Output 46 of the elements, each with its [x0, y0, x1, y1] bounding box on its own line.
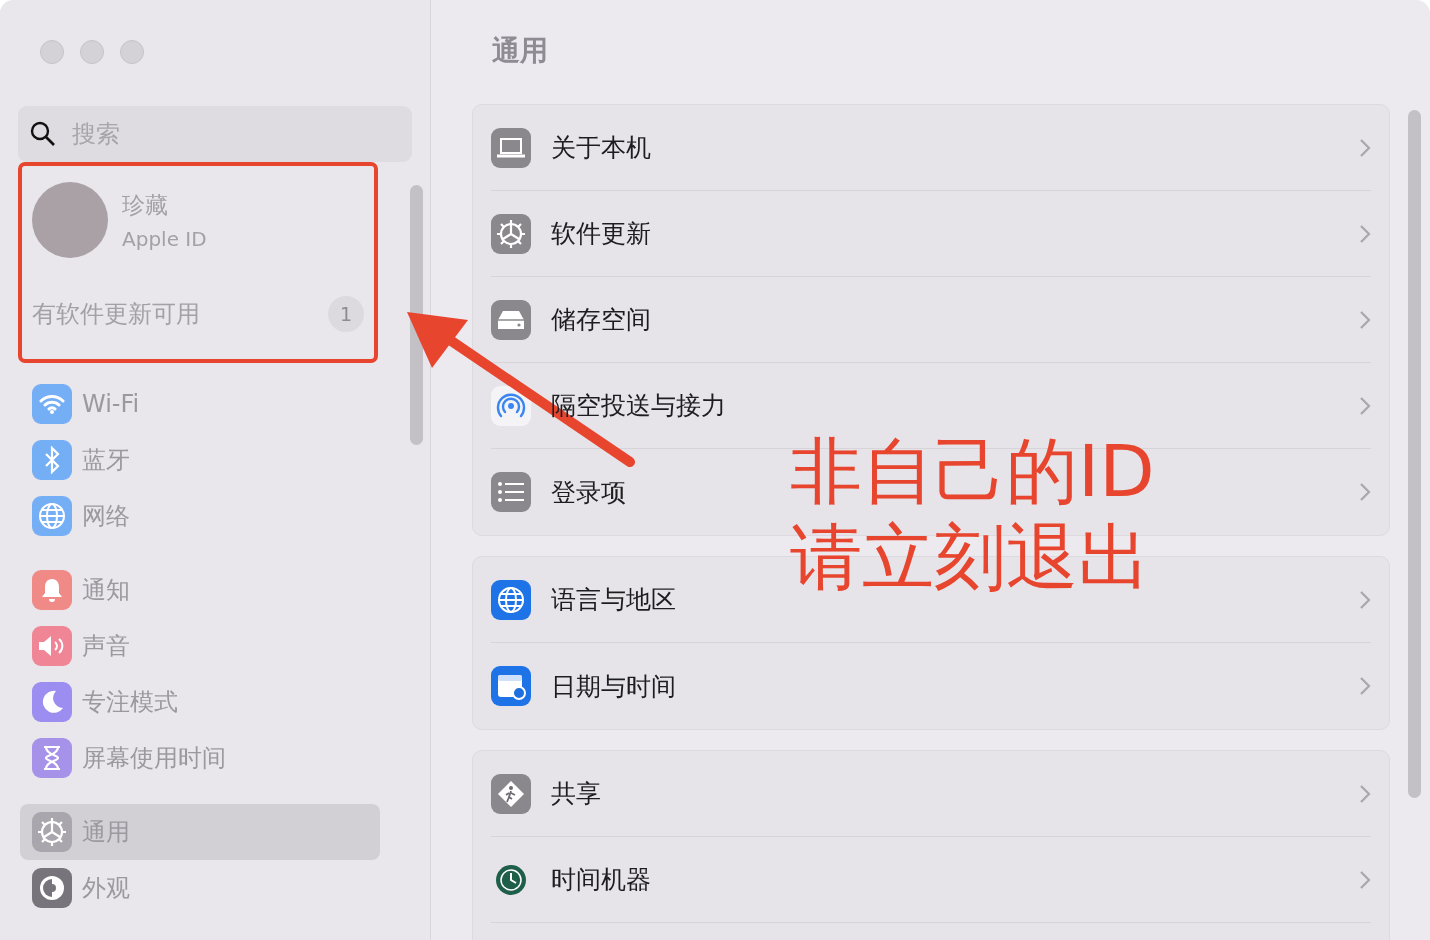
settings-item[interactable]: 关于本机 [551, 131, 651, 164]
account-subtitle: Apple ID [122, 226, 207, 251]
sidebar-item[interactable]: 蓝牙 [20, 432, 380, 488]
globe-icon [491, 579, 531, 620]
chevron-right-icon [1359, 589, 1371, 610]
window-control-button[interactable] [120, 40, 144, 64]
drive-icon [491, 299, 531, 340]
chevron-right-icon [1359, 395, 1371, 416]
settings-item[interactable]: 语言与地区 [551, 583, 676, 616]
settings-item[interactable]: 日期与时间 [551, 669, 676, 703]
chevron-right-icon [1359, 223, 1371, 244]
sidebar-item[interactable]: 网络 [20, 488, 380, 544]
sidebar-item[interactable]: 通知 [20, 562, 380, 618]
window-control-button[interactable] [80, 40, 104, 64]
sidebar-item[interactable]: 声音 [20, 618, 380, 674]
update-notice: 有软件更新可用 [32, 299, 200, 330]
chevron-right-icon [1359, 869, 1371, 890]
sidebar-item[interactable]: 屏幕使用时间 [20, 730, 380, 786]
scrollbar[interactable] [1408, 110, 1421, 798]
chevron-right-icon [1359, 309, 1371, 330]
sidebar-item[interactable]: 专注模式 [20, 674, 380, 730]
settings-item[interactable]: 登录项 [551, 475, 626, 509]
chevron-right-icon [1359, 783, 1371, 804]
account-name: 珍藏 [122, 190, 169, 220]
window-control-button[interactable] [40, 40, 64, 64]
calendar-icon [491, 666, 531, 706]
settings-item[interactable]: 时间机器 [551, 863, 651, 896]
count-badge: 1 [328, 296, 364, 332]
sidebar-item[interactable]: Wi-Fi [20, 376, 380, 432]
chevron-right-icon [1359, 137, 1371, 158]
gear-icon [491, 213, 531, 254]
chevron-right-icon [1359, 676, 1371, 696]
settings-item[interactable]: 共享 [551, 777, 601, 810]
sidebar-item[interactable]: 外观 [20, 860, 380, 916]
settings-item[interactable]: 软件更新 [551, 217, 651, 250]
search-icon [30, 121, 56, 147]
scrollbar[interactable] [410, 185, 423, 445]
sharing-icon [491, 773, 531, 814]
laptop-icon [491, 127, 531, 168]
chevron-right-icon [1359, 482, 1371, 502]
settings-item[interactable]: 储存空间 [551, 303, 651, 336]
annotation-text: 非自己的ID [790, 428, 1155, 514]
page-title: 通用 [491, 33, 549, 69]
list-icon [491, 472, 531, 512]
account-item[interactable]: 珍藏 Apple ID 有软件更新可用 1 [18, 162, 378, 362]
annotation-text: 请立刻退出 [790, 514, 1151, 600]
